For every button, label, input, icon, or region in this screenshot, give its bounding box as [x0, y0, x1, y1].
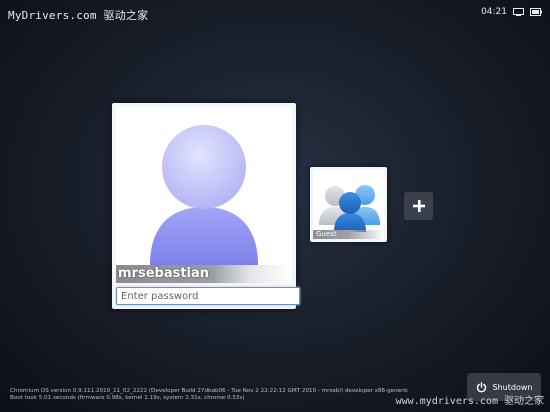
- clock: 04:21: [481, 7, 507, 17]
- user-name-bar: mrsebastian: [116, 265, 292, 283]
- guest-card[interactable]: Guest: [310, 167, 387, 242]
- watermark-bottom-right: www.mydrivers.com 驱动之家: [395, 396, 544, 407]
- password-input[interactable]: [116, 287, 300, 305]
- version-info: Chromium OS version 0.9.111.2010_11_02_2…: [10, 388, 450, 402]
- guest-users-icon: [319, 185, 380, 232]
- power-icon: [476, 381, 486, 392]
- network-icon[interactable]: [513, 8, 524, 16]
- battery-icon[interactable]: [530, 8, 542, 16]
- boot-time-line: Boot took 5.01 seconds (firmware 0.98s, …: [10, 395, 245, 401]
- guest-avatar: [313, 170, 384, 239]
- user-name: mrsebastian: [118, 266, 210, 281]
- add-user-button[interactable]: [404, 192, 433, 220]
- shutdown-label: Shutdown: [492, 382, 533, 392]
- guest-label: Guest: [316, 230, 337, 238]
- status-bar: 04:21: [481, 7, 542, 17]
- guest-label-bar: Guest: [313, 230, 384, 239]
- user-card[interactable]: mrsebastian: [112, 103, 300, 309]
- default-avatar-icon: [150, 125, 258, 265]
- plus-icon: [412, 200, 425, 212]
- watermark-top-left: MyDrivers.com 驱动之家: [8, 9, 149, 22]
- user-avatar: [116, 107, 292, 283]
- version-line: Chromium OS version 0.9.111.2010_11_02_2…: [10, 388, 409, 394]
